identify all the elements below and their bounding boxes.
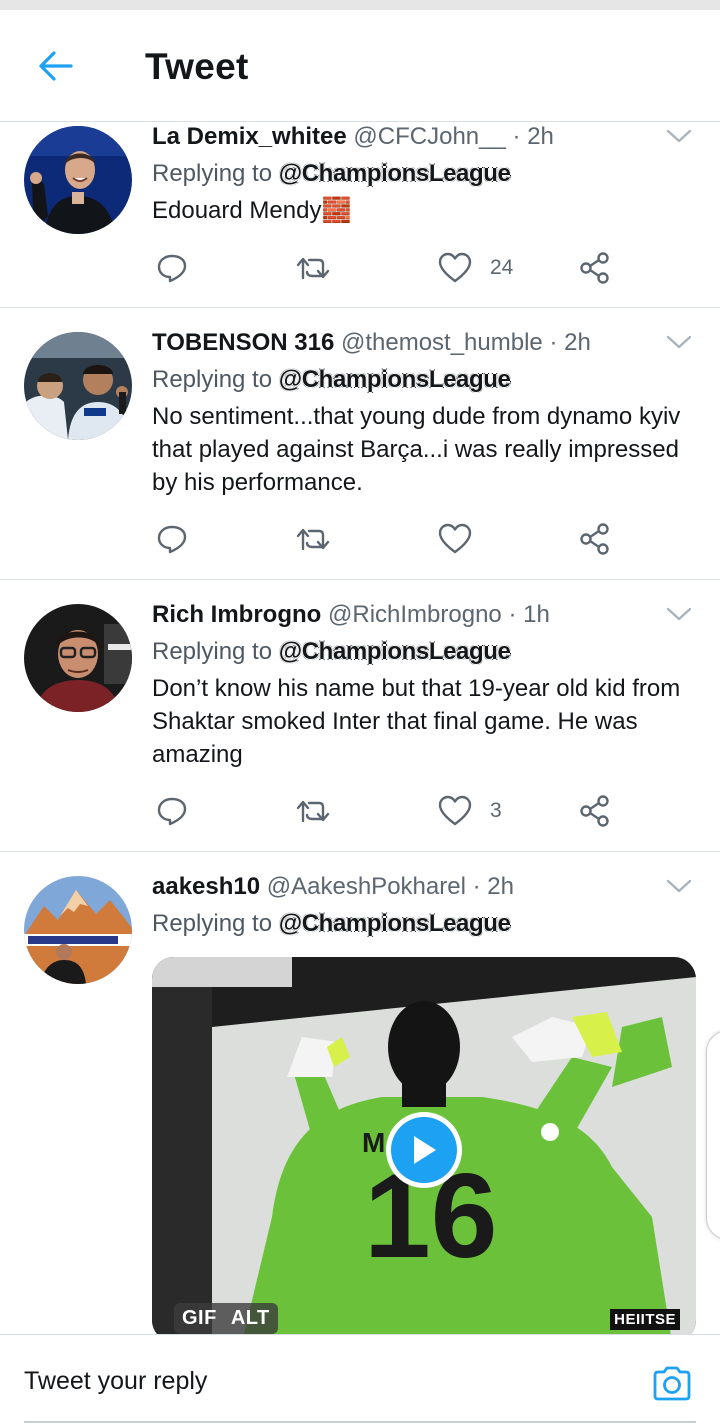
user-handle[interactable]: @RichImbrogno (328, 601, 502, 628)
chevron-down-icon[interactable] (666, 128, 692, 144)
gif-media[interactable]: 16 M GIF ALT HEIITSE (152, 957, 696, 1334)
tweet-text: Don’t know his name but that 19-year old… (152, 675, 681, 768)
reply-button[interactable] (156, 519, 188, 559)
like-icon (438, 795, 472, 826)
media-badge[interactable]: GIF ALT (174, 1303, 278, 1334)
mention-link[interactable]: @ChampionsLeague (278, 159, 512, 188)
watermark: HEIITSE (610, 1309, 680, 1330)
status-bar (0, 0, 720, 10)
avatar[interactable] (24, 876, 132, 984)
page-title: Tweet (145, 46, 249, 87)
user-name[interactable]: La Demix_whitee (152, 123, 347, 150)
timestamp: 2h (487, 873, 514, 900)
separator-dot: · (508, 601, 517, 628)
replying-to-label: Replying to (152, 910, 273, 937)
user-handle[interactable]: @themost_humble (341, 329, 543, 356)
share-icon (580, 252, 609, 284)
like-button[interactable] (438, 519, 490, 559)
avatar[interactable] (24, 126, 132, 234)
play-icon (414, 1136, 436, 1164)
avatar[interactable] (24, 604, 132, 712)
replying-to-label: Replying to (152, 366, 273, 393)
top-bar: Tweet (0, 10, 720, 122)
reply-feed: La Demix_whitee @CFCJohn__ · 2h Replying… (0, 122, 720, 1334)
retweet-button[interactable] (295, 248, 331, 288)
tweet-text: No sentiment...that young dude from dyna… (152, 403, 681, 496)
like-count: 3 (490, 799, 502, 822)
tweet-actions (152, 519, 632, 559)
mention-link[interactable]: @ChampionsLeague (278, 909, 512, 938)
reply-icon (157, 525, 187, 554)
separator-dot: · (549, 329, 558, 356)
input-underline (24, 1421, 696, 1423)
alt-badge[interactable]: ALT (231, 1307, 270, 1329)
scroll-handle[interactable] (706, 1030, 720, 1240)
tweet-text: Edouard Mendy🧱 (152, 197, 352, 224)
back-button[interactable] (30, 44, 82, 88)
chevron-down-icon[interactable] (666, 878, 692, 894)
tweet-actions: 24 (152, 248, 632, 288)
share-button[interactable] (578, 248, 612, 288)
svg-text:M: M (362, 1127, 385, 1158)
separator-dot: · (472, 873, 481, 900)
avatar[interactable] (24, 332, 132, 440)
reply-composer[interactable]: Tweet your reply (0, 1334, 720, 1425)
camera-button[interactable] (652, 1365, 692, 1401)
replying-to-label: Replying to (152, 160, 273, 187)
separator-dot: · (512, 123, 521, 150)
like-icon (438, 523, 472, 554)
reply-icon (157, 797, 187, 826)
like-button[interactable]: 3 (438, 791, 502, 831)
user-name[interactable]: aakesh10 (152, 873, 260, 900)
back-arrow-icon (39, 51, 73, 81)
user-name[interactable]: TOBENSON 316 (152, 329, 334, 356)
retweet-icon (296, 800, 330, 823)
user-handle[interactable]: @AakeshPokharel (267, 873, 466, 900)
mention-link[interactable]: @ChampionsLeague (278, 365, 512, 394)
tweet-card[interactable]: TOBENSON 316 @themost_humble · 2h Replyi… (0, 308, 720, 580)
retweet-button[interactable] (295, 791, 331, 831)
reply-button[interactable] (156, 248, 188, 288)
like-button[interactable]: 24 (438, 248, 513, 288)
share-button[interactable] (578, 791, 612, 831)
user-name[interactable]: Rich Imbrogno (152, 601, 321, 628)
tweet-card[interactable]: La Demix_whitee @CFCJohn__ · 2h Replying… (0, 122, 720, 308)
timestamp: 1h (523, 601, 550, 628)
share-icon (580, 795, 609, 827)
reply-icon (157, 254, 187, 283)
retweet-button[interactable] (295, 519, 331, 559)
mention-link[interactable]: @ChampionsLeague (278, 637, 512, 666)
share-button[interactable] (578, 519, 612, 559)
like-count: 24 (490, 256, 514, 279)
retweet-icon (296, 257, 330, 280)
timestamp: 2h (564, 329, 591, 356)
camera-icon (653, 1366, 691, 1401)
reply-button[interactable] (156, 791, 188, 831)
tweet-card[interactable]: Rich Imbrogno @RichImbrogno · 1h Replyin… (0, 580, 720, 852)
share-icon (580, 523, 609, 555)
retweet-icon (296, 528, 330, 551)
tweet-actions: 3 (152, 791, 632, 831)
replying-to-label: Replying to (152, 638, 273, 665)
user-handle[interactable]: @CFCJohn__ (353, 123, 505, 150)
timestamp: 2h (527, 123, 554, 150)
play-button[interactable] (386, 1112, 462, 1188)
gif-badge: GIF (182, 1307, 217, 1329)
chevron-down-icon[interactable] (666, 606, 692, 622)
chevron-down-icon[interactable] (666, 334, 692, 350)
reply-input[interactable]: Tweet your reply (24, 1367, 207, 1396)
like-icon (438, 252, 472, 283)
